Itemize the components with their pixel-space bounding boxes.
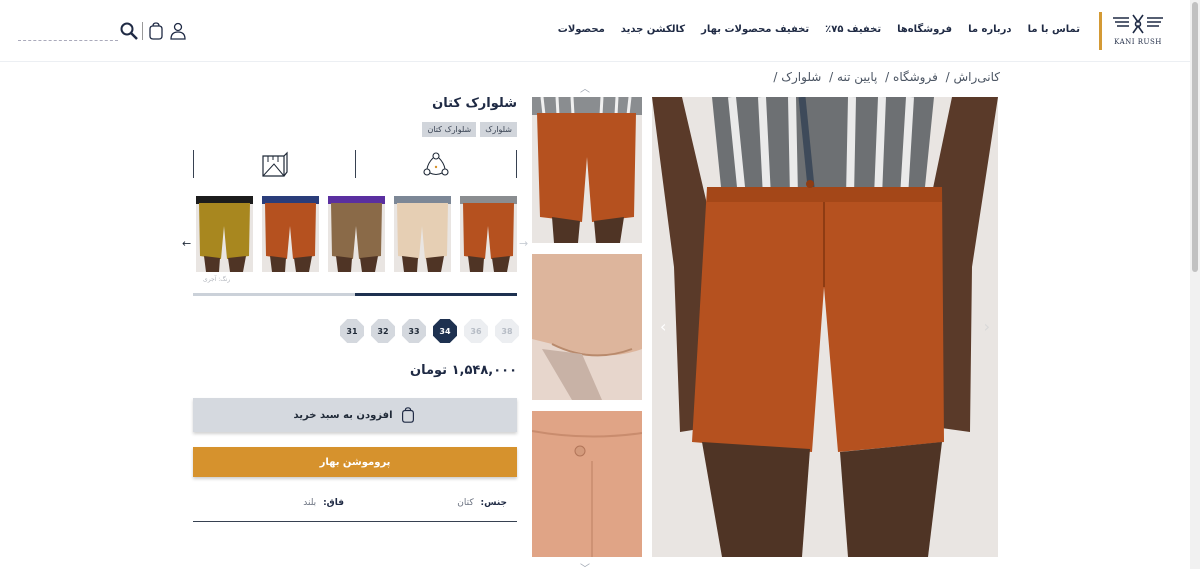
page-scrollbar[interactable]: [1190, 0, 1200, 569]
page: KANI RUSH محصولات کالکشن جدید تخفیف محصو…: [0, 0, 1200, 569]
thumbnail-3[interactable]: [532, 411, 642, 557]
tag-cotton-shorts[interactable]: شلوارک کتان: [422, 122, 477, 137]
logo-emblem-icon: [1113, 14, 1163, 34]
size-option-32[interactable]: 32: [371, 319, 395, 343]
feature-divider-middle: [355, 150, 356, 178]
nav-item-spring-discount[interactable]: تخفیف محصولات بهار: [701, 24, 809, 35]
thumbnail-2[interactable]: [532, 254, 642, 400]
breadcrumb: کانی‌راش / فروشگاه / پایین تنه / شلوارک …: [769, 70, 1000, 84]
attribute-material: جنس: کتان: [457, 498, 507, 508]
search-icon[interactable]: [118, 20, 140, 42]
tag-shorts[interactable]: شلوارک: [480, 122, 517, 137]
variant-mustard-photo: [196, 196, 253, 272]
attribute-material-key: جنس:: [480, 498, 507, 508]
variant-brown[interactable]: [328, 196, 385, 272]
product-title: شلوارک کتان: [432, 96, 517, 111]
size-option-34[interactable]: 34: [433, 319, 457, 343]
breadcrumb-shorts[interactable]: شلوارک /: [773, 70, 821, 84]
main-nav: محصولات کالکشن جدید تخفیف محصولات بهار ت…: [558, 24, 1080, 35]
feature-divider-left: [193, 150, 194, 178]
search-input[interactable]: [18, 21, 118, 41]
product-price: ۱,۵۴۸,۰۰۰ تومان: [409, 363, 517, 378]
size-option-38[interactable]: 38: [495, 319, 519, 343]
add-to-cart-label: افزودن به سبد خرید: [293, 409, 393, 421]
thumbs-up-arrow[interactable]: ︿: [580, 80, 590, 95]
main-image-next-arrow[interactable]: ›: [984, 317, 990, 336]
variant-beige-photo: [394, 196, 451, 272]
header-tools: [18, 20, 189, 42]
attributes-divider: [193, 521, 517, 522]
thumbnail-list: [532, 97, 642, 568]
feature-icons-row: [193, 150, 517, 178]
size-option-36[interactable]: 36: [464, 319, 488, 343]
main-product-image[interactable]: ‹ ›: [652, 97, 998, 557]
user-icon[interactable]: [167, 20, 189, 42]
variant-scroll-progress: [193, 293, 517, 296]
variant-brick[interactable]: [460, 196, 517, 272]
variant-beige[interactable]: [394, 196, 451, 272]
thumbnail-1-photo: [532, 97, 642, 243]
nav-item-stores[interactable]: فروشگاه‌ها: [897, 24, 952, 35]
add-to-cart-button[interactable]: افزودن به سبد خرید: [193, 398, 517, 432]
breadcrumb-home[interactable]: کانی‌راش /: [946, 70, 1000, 84]
nav-item-new-collection[interactable]: کالکشن جدید: [621, 24, 685, 35]
fabric-icon[interactable]: [422, 150, 450, 182]
breadcrumb-store[interactable]: فروشگاه /: [885, 70, 938, 84]
variant-rust[interactable]: [262, 196, 319, 272]
variant-brown-photo: [328, 196, 385, 272]
feature-divider-right: [516, 150, 517, 178]
tools-divider: [142, 22, 143, 40]
shopping-bag-icon: [401, 407, 414, 423]
scrollbar-thumb[interactable]: [1192, 2, 1198, 272]
size-option-33[interactable]: 33: [402, 319, 426, 343]
variant-scroll-progress-fill: [355, 293, 517, 296]
attribute-material-value: کتان: [457, 498, 474, 508]
site-header: KANI RUSH محصولات کالکشن جدید تخفیف محصو…: [0, 0, 1190, 62]
thumbs-down-arrow[interactable]: ﹀: [580, 560, 590, 569]
spring-promo-button[interactable]: پروموشن بهار: [193, 447, 517, 477]
spring-promo-label: پروموشن بهار: [319, 456, 391, 468]
logo-text: KANI RUSH: [1114, 38, 1162, 46]
size-guide-icon[interactable]: [260, 150, 288, 182]
nav-item-contact[interactable]: تماس با ما: [1028, 24, 1080, 35]
attribute-rise-value: بلند: [303, 498, 317, 508]
breadcrumb-bottoms[interactable]: پایین تنه /: [829, 70, 877, 84]
thumbnail-2-photo: [532, 254, 642, 400]
size-selector: 31 32 33 34 36 38: [340, 319, 519, 343]
color-label: رنگ: آجری: [203, 276, 231, 283]
main-image-prev-arrow[interactable]: ‹: [660, 317, 666, 336]
thumbnail-1[interactable]: [532, 97, 642, 243]
variants-next-arrow[interactable]: →: [519, 237, 528, 250]
variant-rust-photo: [262, 196, 319, 272]
size-option-31[interactable]: 31: [340, 319, 364, 343]
thumbnail-3-photo: [532, 411, 642, 557]
shopping-bag-icon[interactable]: [145, 20, 167, 42]
variant-brick-photo: [460, 196, 517, 272]
variants-prev-arrow[interactable]: ←: [182, 237, 191, 250]
nav-item-about[interactable]: درباره ما: [968, 24, 1012, 35]
nav-item-products[interactable]: محصولات: [558, 24, 605, 35]
product-photo: [652, 97, 998, 557]
nav-item-discount-75[interactable]: تخفیف ۷۵٪: [825, 24, 881, 35]
product-tags: شلوارک شلوارک کتان: [422, 122, 517, 137]
attribute-rise: فاق: بلند: [303, 498, 344, 508]
variant-mustard[interactable]: [196, 196, 253, 272]
attribute-rise-key: فاق:: [323, 498, 344, 508]
color-variants: [193, 196, 517, 274]
logo[interactable]: KANI RUSH: [1098, 12, 1178, 52]
